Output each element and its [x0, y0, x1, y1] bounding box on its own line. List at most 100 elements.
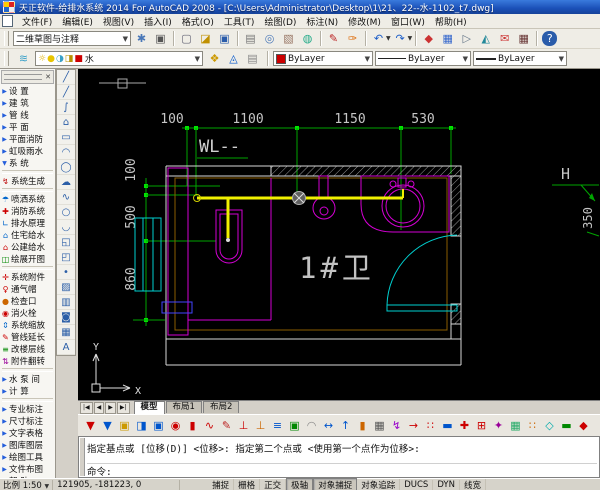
tz-tool-11[interactable]: ≡ [269, 417, 286, 434]
sidebar-item-设 置[interactable]: ▶设 置 [0, 85, 55, 97]
workspace-save-icon[interactable]: ▣ [151, 29, 170, 48]
drawing-viewport[interactable]: 100 1100 1150 530 WL-- [78, 69, 600, 400]
command-window[interactable]: 指定基点或 [位移(D)] <位移>: 指定第二个点或 <使用第一个点作为位移>… [78, 436, 600, 478]
sidebar-item-虹吸雨水[interactable]: ▶虹吸雨水 [0, 145, 55, 157]
draw-tool-13[interactable]: • [57, 265, 75, 280]
toggle-栅格[interactable]: 栅格 [234, 479, 260, 490]
tz-tool-29[interactable]: ◆ [575, 417, 592, 434]
draw-tool-1[interactable]: ╱ [57, 85, 75, 100]
sidebar-item-文字表格[interactable]: ▶文字表格 [0, 427, 55, 439]
sidebar-item-公建给水[interactable]: ⌂公建给水 [0, 241, 55, 253]
lineweight-combo[interactable]: ByLayer ▼ [473, 51, 567, 66]
toggle-DYN[interactable]: DYN [433, 480, 460, 490]
pencil-icon[interactable]: ✎ [324, 29, 343, 48]
chevron-down-icon[interactable]: ▼ [408, 35, 413, 42]
tz-mail-icon[interactable]: ✉ [495, 29, 514, 48]
workspace-settings-icon[interactable]: ✱ [132, 29, 151, 48]
tz-manager-icon[interactable]: ◆ [419, 29, 438, 48]
sidebar-item-住宅给水[interactable]: ⌂住宅给水 [0, 229, 55, 241]
draw-tool-0[interactable]: ╱ [57, 70, 75, 85]
menu-item-9[interactable]: 窗口(W) [386, 14, 430, 29]
tz-tool-16[interactable]: ▮ [354, 417, 371, 434]
open-file-icon[interactable]: ◪ [196, 29, 215, 48]
tz-tool-1[interactable]: ▼ [99, 417, 116, 434]
tz-tool-5[interactable]: ◉ [167, 417, 184, 434]
command-grip[interactable] [80, 438, 85, 476]
layer-manager-icon[interactable]: ❖ [205, 49, 224, 68]
drawing-file-icon[interactable] [2, 15, 13, 27]
sidebar-item-图库图层[interactable]: ▶图库图层 [0, 439, 55, 451]
sidebar-item-系 统[interactable]: ▼系 统 [0, 157, 55, 169]
toolbar-grip[interactable] [4, 31, 9, 46]
sidebar-item-管 线[interactable]: ▶管 线 [0, 109, 55, 121]
tab-nav-button[interactable]: ▶| [117, 402, 130, 414]
sidebar-item-系统生成[interactable]: ↯系统生成 [0, 175, 55, 187]
new-file-icon[interactable]: ▢ [177, 29, 196, 48]
workspace-combo[interactable]: 二维草图与注释 ▼ [13, 31, 131, 46]
tz-tool-22[interactable]: ✚ [456, 417, 473, 434]
draw-tool-5[interactable]: ◠ [57, 145, 75, 160]
draw-tool-8[interactable]: ∿ [57, 190, 75, 205]
tz-tool-17[interactable]: ▦ [371, 417, 388, 434]
sidebar-item-改楼层线[interactable]: ≡改楼层线 [0, 343, 55, 355]
save-icon[interactable]: ▣ [215, 29, 234, 48]
panel-header[interactable]: ✕ [1, 70, 54, 84]
sidebar-item-检查口[interactable]: ●检查口 [0, 295, 55, 307]
tz-send-icon[interactable]: ◭ [476, 29, 495, 48]
tz-tool-24[interactable]: ✦ [490, 417, 507, 434]
layers-icon[interactable]: ≋ [14, 49, 33, 68]
sidebar-item-绘展开图[interactable]: ◫绘展开图 [0, 253, 55, 265]
menu-item-7[interactable]: 标注(N) [301, 14, 343, 29]
draw-tool-2[interactable]: ∫ [57, 100, 75, 115]
sidebar-item-消火栓[interactable]: ◉消火栓 [0, 307, 55, 319]
menu-item-2[interactable]: 视图(V) [98, 14, 139, 29]
menu-item-5[interactable]: 工具(T) [219, 14, 260, 29]
tz-tool-21[interactable]: ▬ [439, 417, 456, 434]
sidebar-item-通气帽[interactable]: ♀通气帽 [0, 283, 55, 295]
sidebar-item-喷洒系统[interactable]: ☂喷洒系统 [0, 193, 55, 205]
sidebar-item-排水原理[interactable]: ∟排水原理 [0, 217, 55, 229]
scale-selector[interactable]: 比例 1:50 ▼ [0, 479, 52, 490]
sidebar-item-建 筑[interactable]: ▶建 筑 [0, 97, 55, 109]
tab-布局2[interactable]: 布局2 [203, 401, 239, 413]
tz-tool-12[interactable]: ▣ [286, 417, 303, 434]
linetype-combo[interactable]: ByLayer ▼ [375, 51, 471, 66]
draw-tool-12[interactable]: ◰ [57, 250, 75, 265]
tab-nav-button[interactable]: ◀ [94, 402, 105, 414]
calculator-icon[interactable]: ▦ [514, 29, 533, 48]
tz-tool-0[interactable]: ▼ [82, 417, 99, 434]
menu-item-8[interactable]: 修改(M) [343, 14, 386, 29]
close-icon[interactable]: ✕ [45, 73, 51, 81]
menu-item-4[interactable]: 格式(O) [177, 14, 219, 29]
tz-tool-13[interactable]: ◠ [303, 417, 320, 434]
tz-tool-25[interactable]: ▦ [507, 417, 524, 434]
sidebar-item-系统缩放[interactable]: ⇕系统缩放 [0, 319, 55, 331]
tz-tool-4[interactable]: ▣ [150, 417, 167, 434]
draw-tool-18[interactable]: A [57, 340, 75, 355]
tz-tool-18[interactable]: ↯ [388, 417, 405, 434]
tab-nav-button[interactable]: ▶ [105, 402, 116, 414]
sidebar-item-消防系统[interactable]: ✚消防系统 [0, 205, 55, 217]
toggle-捕捉[interactable]: 捕捉 [208, 479, 234, 490]
draw-tool-6[interactable]: ◯ [57, 160, 75, 175]
tab-nav-button[interactable]: |◀ [80, 402, 93, 414]
draw-tool-15[interactable]: ▥ [57, 295, 75, 310]
tz-tool-14[interactable]: ↔ [320, 417, 337, 434]
tz-tool-19[interactable]: → [405, 417, 422, 434]
publish-icon[interactable]: ▧ [279, 29, 298, 48]
tz-tool-23[interactable]: ⊞ [473, 417, 490, 434]
tz-window-icon[interactable]: ▦ [438, 29, 457, 48]
toggle-正交[interactable]: 正交 [260, 479, 286, 490]
tz-tool-9[interactable]: ⊥ [235, 417, 252, 434]
sidebar-item-尺寸标注[interactable]: ▶尺寸标注 [0, 415, 55, 427]
sidebar-item-文件布图[interactable]: ▶文件布图 [0, 463, 55, 475]
tab-模型[interactable]: 模型 [134, 401, 165, 414]
sidebar-item-专业标注[interactable]: ▶专业标注 [0, 403, 55, 415]
tz-tool-8[interactable]: ✎ [218, 417, 235, 434]
sidebar-item-平面消防[interactable]: ▶平面消防 [0, 133, 55, 145]
layer-combo[interactable]: ☼●◑◨■ 水 ▼ [35, 51, 203, 66]
tz-tool-27[interactable]: ◇ [541, 417, 558, 434]
draw-tool-14[interactable]: ▨ [57, 280, 75, 295]
menu-item-3[interactable]: 插入(I) [139, 14, 177, 29]
plot-icon[interactable]: ▤ [241, 29, 260, 48]
